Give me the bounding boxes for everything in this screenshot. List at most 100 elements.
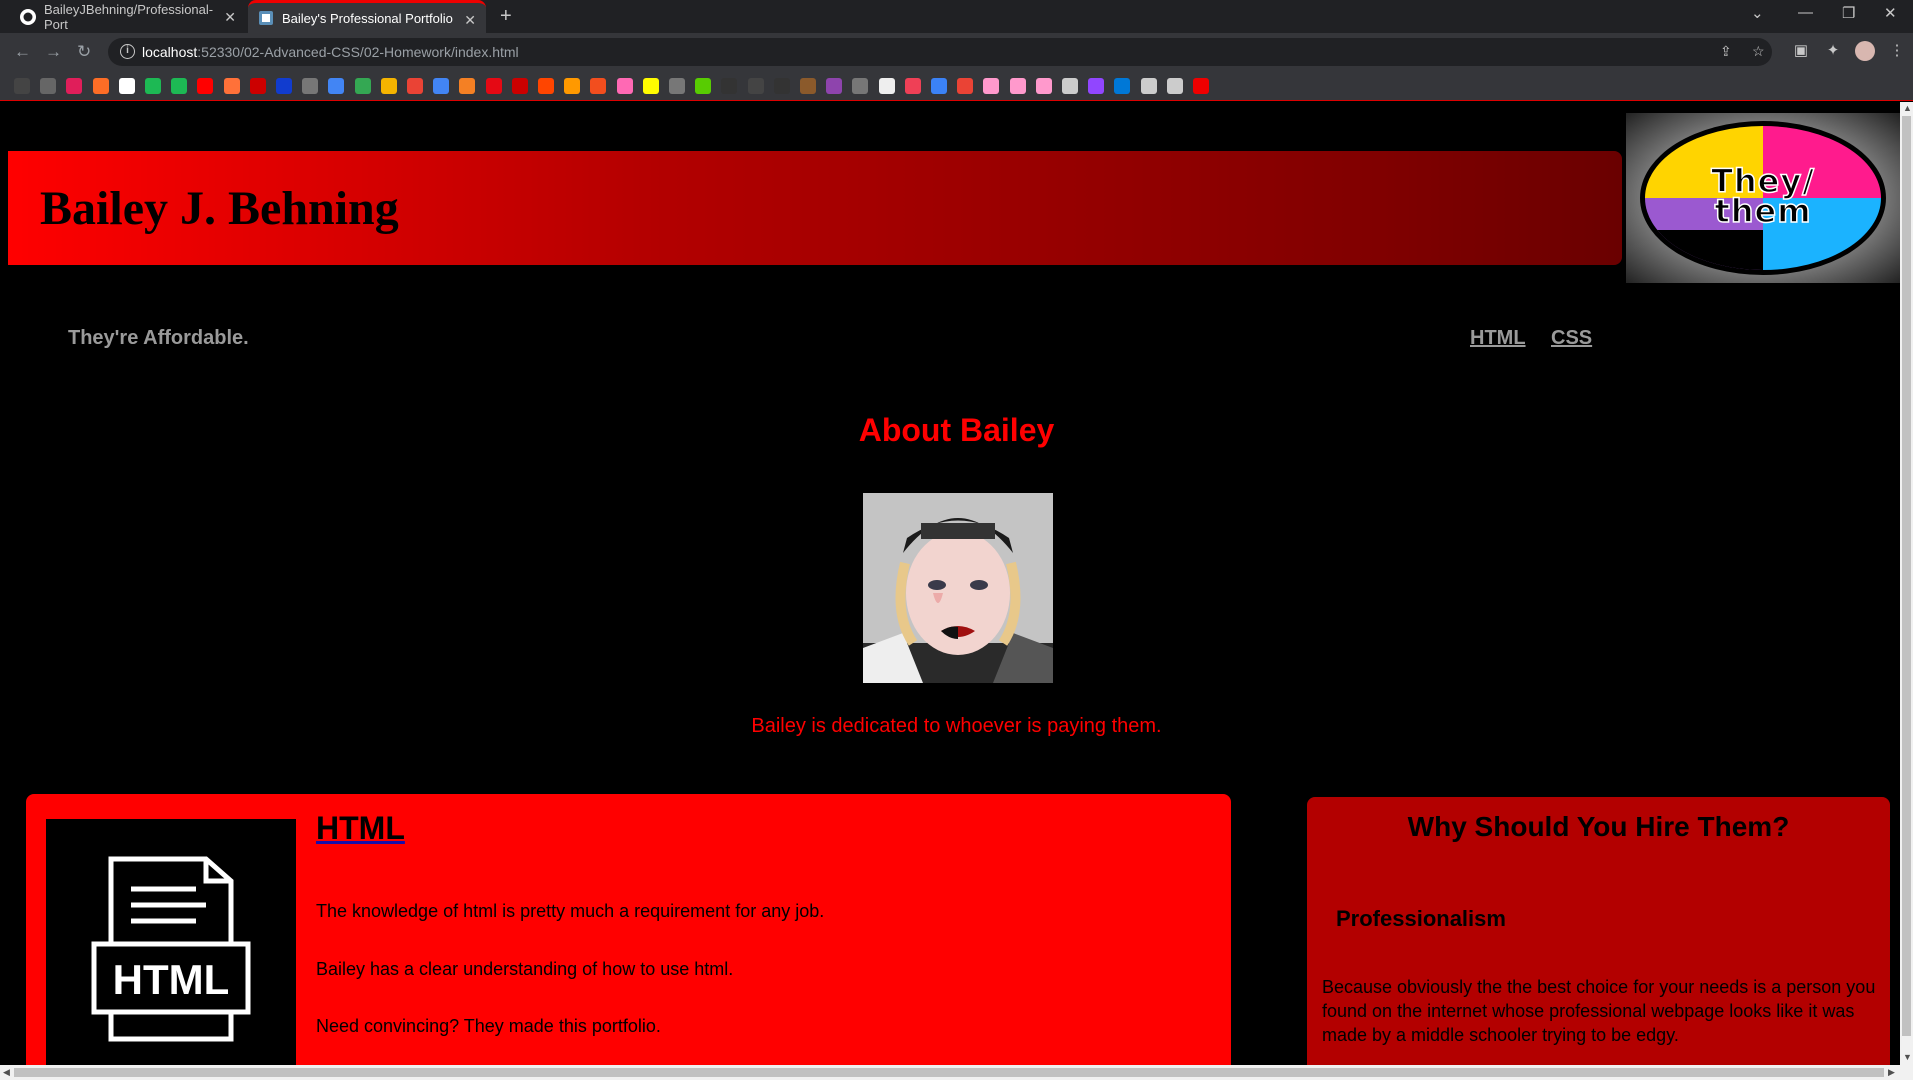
scroll-down-icon[interactable]: ▼ — [1903, 1052, 1912, 1062]
reload-icon[interactable]: ↻ — [77, 42, 91, 62]
bookmark-wp-icon[interactable] — [40, 78, 57, 94]
bookmark-doc-icon[interactable] — [1009, 78, 1026, 94]
minimize-icon[interactable]: — — [1798, 4, 1813, 21]
bookmark-doc-icon[interactable] — [1140, 78, 1157, 94]
browser-toolbar: ← → ↻ i localhost:52330/02-Advanced-CSS/… — [0, 33, 1913, 71]
about-title: About Bailey — [858, 412, 1055, 448]
bookmark-notes-icon[interactable] — [380, 78, 397, 94]
hire-card-title: Why Should You Hire Them? — [1407, 811, 1790, 842]
bookmark-scribble-icon[interactable] — [249, 78, 266, 94]
pronoun-badge: They/them — [1626, 113, 1900, 283]
close-tab-icon[interactable]: ✕ — [224, 9, 236, 26]
html-card-paragraph: Bailey has a clear understanding of how … — [316, 959, 734, 979]
bookmark-wp-icon[interactable] — [302, 78, 319, 94]
bookmark-wp-icon[interactable] — [852, 78, 869, 94]
html-file-icon: HTML — [46, 819, 296, 1065]
site-title: Bailey J. Behning — [40, 182, 399, 235]
header-banner: Bailey J. Behning — [8, 151, 1622, 265]
bookmarks-bar — [0, 71, 1913, 101]
bookmark-star-icon[interactable]: ☆ — [1752, 43, 1765, 60]
bookmark-pos-icon[interactable] — [511, 78, 528, 94]
bookmark-reddit-icon[interactable] — [538, 78, 554, 94]
pronoun-badge-text: They/them — [1710, 162, 1815, 230]
scroll-right-icon[interactable]: ▶ — [1888, 1067, 1895, 1078]
bookmark-google-icon[interactable] — [328, 78, 345, 94]
bookmark-twitch-icon[interactable] — [1088, 78, 1105, 94]
tab-search-icon[interactable]: ⌄ — [1751, 4, 1764, 22]
horizontal-scrollbar[interactable]: ◀ ▶ — [0, 1065, 1913, 1080]
bookmark-github-icon[interactable] — [118, 78, 135, 94]
bookmark-v-icon[interactable] — [826, 78, 843, 94]
profile-photo — [863, 493, 1053, 683]
bookmark-pocket-icon[interactable] — [904, 78, 921, 94]
bookmark-brain-icon[interactable] — [616, 78, 633, 94]
bookmark-edge-icon[interactable] — [1114, 78, 1131, 94]
browser-tabstrip: BaileyJBehning/Professional-Port ✕ Baile… — [0, 0, 1913, 33]
bookmark-fz-icon[interactable] — [1193, 78, 1209, 94]
html-card-paragraph: The knowledge of html is pretty much a r… — [316, 901, 825, 921]
html-card-paragraph: Need convincing? They made this portfoli… — [316, 1016, 661, 1036]
bookmark-w-icon[interactable] — [145, 78, 161, 94]
bookmark-amz-icon[interactable] — [564, 78, 581, 94]
bookmark-figma-icon[interactable] — [590, 78, 607, 94]
bookmark-doc-icon[interactable] — [1035, 78, 1052, 94]
scroll-up-icon[interactable]: ▲ — [1903, 103, 1912, 113]
close-tab-icon[interactable]: ✕ — [464, 12, 476, 29]
pronoun-flag-icon: They/them — [1640, 121, 1886, 275]
hire-card-subtitle: Professionalism — [1336, 906, 1506, 931]
vertical-scroll-thumb[interactable] — [1902, 116, 1911, 1036]
browser-tab-portfolio[interactable]: Bailey's Professional Portfolio ✕ — [248, 0, 486, 33]
close-window-icon[interactable]: ✕ — [1884, 4, 1897, 22]
extension-icon[interactable]: ▣ — [1791, 41, 1811, 61]
bookmark-slack-icon[interactable] — [66, 78, 83, 94]
bookmark-doc-icon[interactable] — [1062, 78, 1078, 94]
bookmark-gmail-icon[interactable] — [407, 78, 423, 94]
html-card-title[interactable]: HTML — [316, 810, 405, 847]
bookmark-d+-icon[interactable] — [276, 78, 292, 94]
bookmark-youtube-icon[interactable] — [197, 78, 214, 94]
bookmark-netflix-icon[interactable] — [485, 78, 502, 94]
vertical-scrollbar[interactable]: ▲ ▼ — [1900, 102, 1913, 1065]
bookmark-sq-icon[interactable] — [773, 78, 790, 94]
bookmark-firefox-icon[interactable] — [223, 78, 240, 94]
restore-icon[interactable]: ❐ — [1842, 4, 1855, 22]
tagline: They're Affordable. — [68, 327, 249, 349]
html-skill-card: HTML HTML The knowledge of html is prett… — [26, 794, 1231, 1065]
address-bar[interactable]: i localhost:52330/02-Advanced-CSS/02-Hom… — [108, 38, 1772, 66]
bookmark-globe-icon[interactable] — [931, 78, 947, 94]
horizontal-scroll-thumb[interactable] — [14, 1068, 1884, 1077]
profile-avatar[interactable] — [1855, 41, 1875, 61]
scroll-left-icon[interactable]: ◀ — [3, 1067, 10, 1078]
bookmark-ht-icon[interactable] — [747, 78, 764, 94]
bookmark-pin-icon[interactable] — [957, 78, 974, 94]
nav-link-html[interactable]: HTML — [1470, 327, 1526, 350]
bookmark-d-icon[interactable] — [14, 78, 30, 94]
bookmark-translate-icon[interactable] — [433, 78, 450, 94]
browser-tab-github[interactable]: BaileyJBehning/Professional-Port ✕ — [10, 0, 246, 33]
new-tab-icon[interactable]: + — [500, 5, 512, 28]
url-text[interactable]: localhost:52330/02-Advanced-CSS/02-Homew… — [142, 44, 519, 60]
bookmark-duo-icon[interactable] — [695, 78, 712, 94]
hire-reasons-card: Why Should You Hire Them? Professionalis… — [1307, 797, 1890, 1065]
menu-icon[interactable]: ⋮ — [1887, 41, 1907, 61]
forward-icon[interactable]: → — [45, 42, 62, 62]
bookmark-sq-icon[interactable] — [721, 78, 738, 94]
bookmark-spotify-icon[interactable] — [171, 78, 188, 94]
bookmark-stack-icon[interactable] — [459, 78, 476, 94]
page-icon — [258, 10, 274, 26]
bookmark-doc-icon[interactable] — [878, 78, 895, 94]
bookmark-snap-icon[interactable] — [642, 78, 659, 94]
tab-title: Bailey's Professional Portfolio — [282, 10, 453, 26]
share-icon[interactable]: ⇪ — [1720, 43, 1732, 60]
about-text: Bailey is dedicated to whoever is paying… — [751, 715, 1162, 737]
nav-link-css[interactable]: CSS — [1551, 327, 1592, 350]
puzzle-icon[interactable]: ✦ — [1823, 41, 1843, 61]
info-icon[interactable]: i — [120, 44, 135, 59]
bookmark-doc-icon[interactable] — [983, 78, 1000, 94]
bookmark-maps-icon[interactable] — [354, 78, 371, 94]
bookmark-bear-icon[interactable] — [800, 78, 816, 94]
back-icon[interactable]: ← — [14, 42, 31, 62]
bookmark-gitlab-icon[interactable] — [92, 78, 109, 94]
bookmark-doc-icon[interactable] — [1166, 78, 1183, 94]
bookmark-wp-icon[interactable] — [669, 78, 685, 94]
